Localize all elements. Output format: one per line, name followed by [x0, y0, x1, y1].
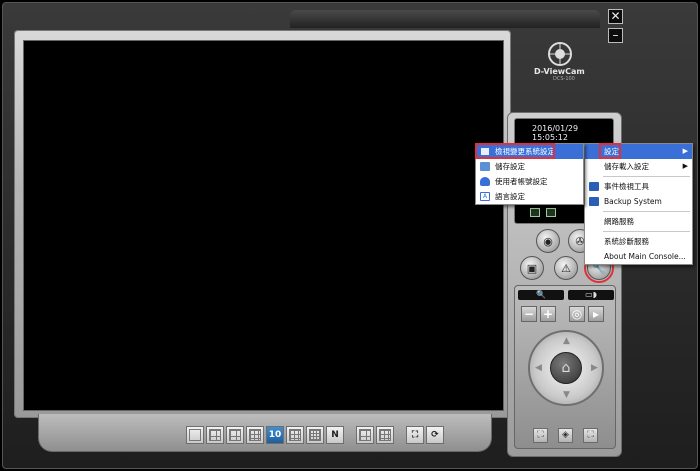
- camera-button[interactable]: ◉: [536, 229, 560, 253]
- cycle-button[interactable]: ⟳: [426, 426, 444, 444]
- alarm-button[interactable]: ⚠: [554, 256, 578, 280]
- menu-separator: [603, 211, 690, 212]
- disk-icon: [480, 162, 490, 171]
- focus-near-button[interactable]: ◎: [569, 306, 585, 322]
- event-viewer-icon: [589, 182, 599, 191]
- grid-icon: [379, 429, 391, 441]
- cycle-icon: ⟳: [431, 430, 439, 440]
- layout-13-button[interactable]: [286, 426, 304, 444]
- focus-icon: ▭◗: [568, 290, 614, 300]
- close-button[interactable]: ✕: [608, 9, 623, 24]
- zoom-out-button[interactable]: −: [521, 306, 537, 322]
- menu-item-event-viewer[interactable]: 事件檢視工具: [585, 179, 692, 194]
- logo-model: DCS-100: [553, 76, 575, 82]
- layout-9-button[interactable]: [246, 426, 264, 444]
- layout-1-button[interactable]: [186, 426, 204, 444]
- layout-13-icon: [289, 429, 301, 441]
- status-icons: [530, 208, 556, 217]
- backup-icon: [589, 197, 599, 206]
- menu-item-label: 網路服務: [604, 217, 634, 226]
- zoom-icon: 🔍: [518, 290, 564, 300]
- pan-left-arrow-icon[interactable]: ◀: [535, 363, 542, 373]
- snapshot-icon: ▣: [526, 261, 538, 275]
- layout-16-icon: [309, 429, 321, 441]
- sequence-button[interactable]: [356, 426, 374, 444]
- pan-right-arrow-icon[interactable]: ▶: [591, 363, 598, 373]
- menu-item-about[interactable]: About Main Console...: [585, 249, 692, 264]
- submenu-item-user-accounts[interactable]: 使用者帳號設定: [476, 174, 583, 189]
- menu-item-label: 使用者帳號設定: [495, 177, 548, 186]
- warning-icon: ⚠: [561, 261, 571, 275]
- menu-item-label: 設定: [604, 147, 619, 156]
- home-icon: ⌂: [561, 360, 571, 376]
- user-icon: [480, 177, 490, 186]
- menu-item-label: 系統診斷服務: [604, 237, 649, 246]
- gear-icon: [480, 147, 490, 156]
- layout-9-icon: [249, 429, 261, 441]
- menu-item-diagnostics[interactable]: 系統診斷服務: [585, 234, 692, 249]
- menu-separator: [603, 176, 690, 177]
- menu-item-label: 儲存設定: [495, 162, 525, 171]
- menu-item-label: About Main Console...: [604, 252, 686, 261]
- menu-item-backup[interactable]: Backup System: [585, 194, 692, 209]
- layout-10-button[interactable]: 10: [266, 426, 284, 444]
- zoom-in-button[interactable]: +: [540, 306, 556, 322]
- sequence-icon: [359, 429, 371, 441]
- settings-submenu: 檢視變更系統設定 儲存設定 使用者帳號設定 A 語言設定: [475, 143, 584, 205]
- preset-2-button[interactable]: ◈: [558, 428, 573, 443]
- pan-down-arrow-icon[interactable]: ▼: [563, 390, 570, 400]
- menu-separator: [603, 231, 690, 232]
- main-context-menu: 設定 ▶ 儲存載入設定 ▶ 事件檢視工具 Backup System 網路服務 …: [584, 143, 693, 265]
- language-icon: A: [480, 192, 490, 201]
- fullscreen-button[interactable]: ⛶: [406, 426, 424, 444]
- ptz-home-button[interactable]: ⌂: [550, 352, 582, 384]
- submenu-item-system-settings[interactable]: 檢視變更系統設定: [476, 144, 583, 159]
- menu-item-label: 儲存載入設定: [604, 162, 649, 171]
- layout-n-button[interactable]: N: [326, 426, 344, 444]
- frame-top-bar: [290, 10, 600, 28]
- submenu-arrow-icon: ▶: [682, 147, 688, 155]
- snapshot-button[interactable]: ▣: [520, 256, 544, 280]
- menu-item-label: 事件檢視工具: [604, 182, 649, 191]
- layout-6-icon: [229, 429, 241, 441]
- layout-4-icon: [209, 429, 221, 441]
- hdd-icon: [546, 208, 556, 217]
- layout-4-button[interactable]: [206, 426, 224, 444]
- submenu-arrow-icon: ▶: [682, 162, 688, 170]
- preset-1-button[interactable]: ⛶: [533, 428, 548, 443]
- screen-layout-toolbar: 10 N ⛶ ⟳: [186, 426, 444, 444]
- pan-up-arrow-icon[interactable]: ▲: [563, 336, 570, 346]
- minimize-button[interactable]: –: [608, 28, 623, 43]
- submenu-item-language[interactable]: A 語言設定: [476, 189, 583, 204]
- menu-item-save-load[interactable]: 儲存載入設定 ▶: [585, 159, 692, 174]
- fullscreen-icon: ⛶: [411, 430, 419, 440]
- camera-icon: ◉: [543, 234, 553, 248]
- network-icon: [530, 208, 540, 217]
- menu-item-network[interactable]: 網路服務: [585, 214, 692, 229]
- focus-far-button[interactable]: ▸: [588, 306, 604, 322]
- layout-6-button[interactable]: [226, 426, 244, 444]
- status-date: 2016/01/29: [532, 124, 579, 133]
- layout-16-button[interactable]: [306, 426, 324, 444]
- layout-grid-button[interactable]: [376, 426, 394, 444]
- video-display[interactable]: [23, 40, 504, 411]
- menu-item-label: 檢視變更系統設定: [495, 147, 555, 156]
- status-time: 15:05:12: [532, 133, 568, 142]
- preset-3-button[interactable]: ⛶: [583, 428, 598, 443]
- menu-item-settings[interactable]: 設定 ▶: [585, 144, 692, 159]
- submenu-item-save-settings[interactable]: 儲存設定: [476, 159, 583, 174]
- menu-item-label: 語言設定: [495, 192, 525, 201]
- layout-1-icon: [189, 429, 201, 441]
- logo-name: D-ViewCam: [534, 67, 585, 76]
- menu-item-label: Backup System: [604, 197, 662, 206]
- ptz-header: 🔍 ▭◗: [518, 290, 614, 302]
